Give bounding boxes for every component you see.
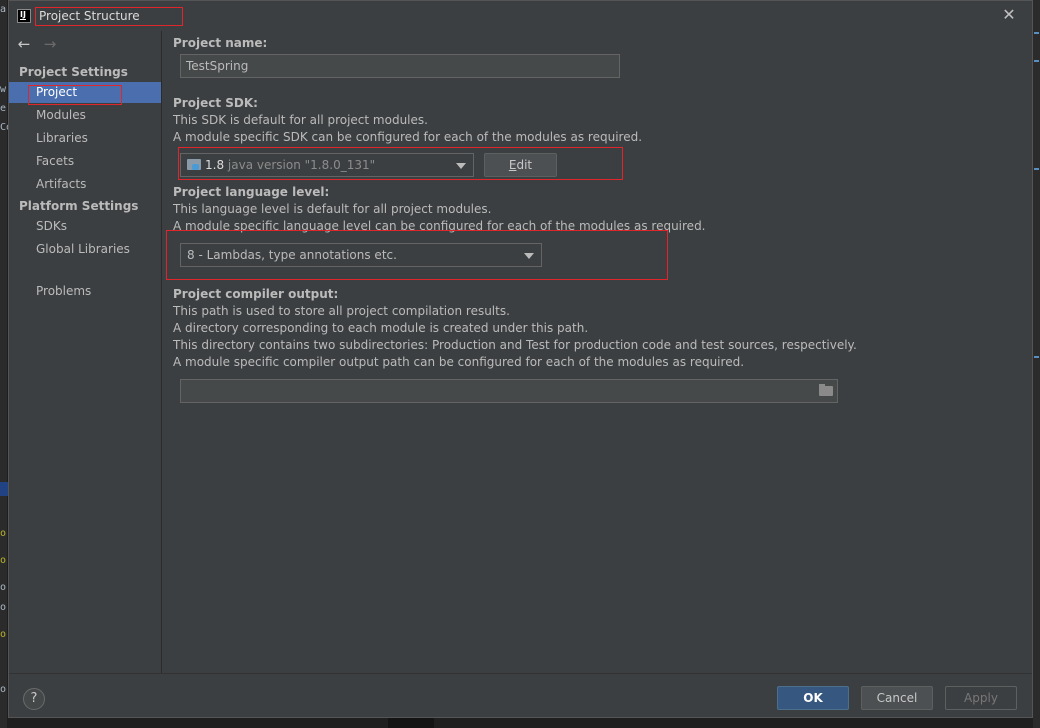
background-editor-strip: a w e Co o o o o o o: [0, 0, 12, 728]
chevron-down-icon: [524, 253, 534, 259]
sidebar-item-problems[interactable]: Problems: [9, 281, 161, 302]
project-name-label: Project name:: [173, 36, 268, 50]
project-sdk-label: Project SDK:: [173, 96, 258, 110]
sdk-folder-icon: [187, 159, 201, 170]
background-strip: [388, 718, 434, 728]
editor-fragment: w: [0, 84, 7, 95]
sidebar-item-facets[interactable]: Facets: [9, 151, 161, 172]
settings-sidebar: ← → Project Settings Project Modules Lib…: [9, 31, 162, 673]
scroll-marker: [1034, 356, 1039, 358]
sdk-version-description: java version "1.8.0_131": [227, 158, 376, 172]
language-level-label: Project language level:: [173, 185, 330, 199]
folder-browse-icon[interactable]: [818, 384, 834, 398]
scroll-marker: [1034, 32, 1039, 34]
language-level-description: This language level is default for all p…: [173, 202, 492, 216]
cancel-button[interactable]: Cancel: [861, 686, 933, 710]
intellij-logo-icon: IJ: [17, 9, 31, 23]
scroll-marker: [1034, 168, 1039, 170]
editor-fragment: o: [0, 629, 7, 640]
compiler-output-description: This directory contains two subdirectori…: [173, 338, 857, 352]
background-taskbar: [8, 718, 1033, 728]
apply-button[interactable]: Apply: [945, 686, 1017, 710]
project-settings-panel: Project name: TestSpring Project SDK: Th…: [163, 31, 1032, 673]
background-scroll-strip: [1033, 0, 1040, 728]
highlight-annotation: [28, 85, 122, 105]
compiler-output-description: A directory corresponding to each module…: [173, 321, 589, 335]
editor-fragment: o: [0, 582, 7, 593]
editor-fragment: e: [0, 103, 7, 114]
compiler-output-label: Project compiler output:: [173, 287, 339, 301]
dialog-footer: ? OK Cancel Apply: [9, 673, 1032, 717]
language-level-dropdown[interactable]: 8 - Lambdas, type annotations etc.: [180, 243, 542, 267]
project-sdk-description: A module specific SDK can be configured …: [173, 130, 643, 144]
help-button[interactable]: ?: [23, 688, 45, 710]
edit-label: dit: [516, 158, 533, 172]
forward-arrow-icon[interactable]: →: [41, 35, 59, 53]
editor-fragment: o: [0, 528, 7, 539]
sidebar-item-modules[interactable]: Modules: [9, 105, 161, 126]
editor-fragment: o: [0, 555, 7, 566]
sdk-version: 1.8: [205, 158, 225, 172]
compiler-output-description: A module specific compiler output path c…: [173, 355, 745, 369]
title-bar: IJ Project Structure ✕: [9, 1, 1032, 31]
editor-fragment: a: [0, 4, 7, 15]
chevron-down-icon: [456, 163, 466, 169]
project-settings-heading: Project Settings: [19, 65, 128, 79]
edit-sdk-button[interactable]: Edit: [484, 153, 557, 177]
project-structure-dialog: IJ Project Structure ✕ ← → Project Setti…: [8, 0, 1033, 718]
sidebar-item-libraries[interactable]: Libraries: [9, 128, 161, 149]
scroll-marker: [1034, 60, 1039, 62]
platform-settings-heading: Platform Settings: [19, 199, 139, 213]
sidebar-item-artifacts[interactable]: Artifacts: [9, 174, 161, 195]
sidebar-item-sdks[interactable]: SDKs: [9, 216, 161, 237]
compiler-output-description: This path is used to store all project c…: [173, 304, 510, 318]
compiler-output-path-input[interactable]: [180, 379, 838, 403]
sidebar-item-global-libraries[interactable]: Global Libraries: [9, 239, 161, 260]
editor-fragment: o: [0, 602, 7, 613]
language-level-description: A module specific language level can be …: [173, 219, 706, 233]
close-icon[interactable]: ✕: [1001, 7, 1017, 23]
project-sdk-dropdown[interactable]: 1.8 java version "1.8.0_131": [180, 153, 474, 177]
project-sdk-description: This SDK is default for all project modu…: [173, 113, 428, 127]
editor-fragment: o: [0, 684, 7, 695]
dialog-title: Project Structure: [35, 7, 183, 26]
back-arrow-icon[interactable]: ←: [15, 35, 33, 53]
editor-selection: [0, 482, 8, 496]
language-level-value: 8 - Lambdas, type annotations etc.: [187, 248, 397, 262]
project-name-input[interactable]: TestSpring: [180, 54, 620, 78]
ok-button[interactable]: OK: [777, 686, 849, 710]
sidebar-item-project[interactable]: Project: [9, 82, 161, 105]
